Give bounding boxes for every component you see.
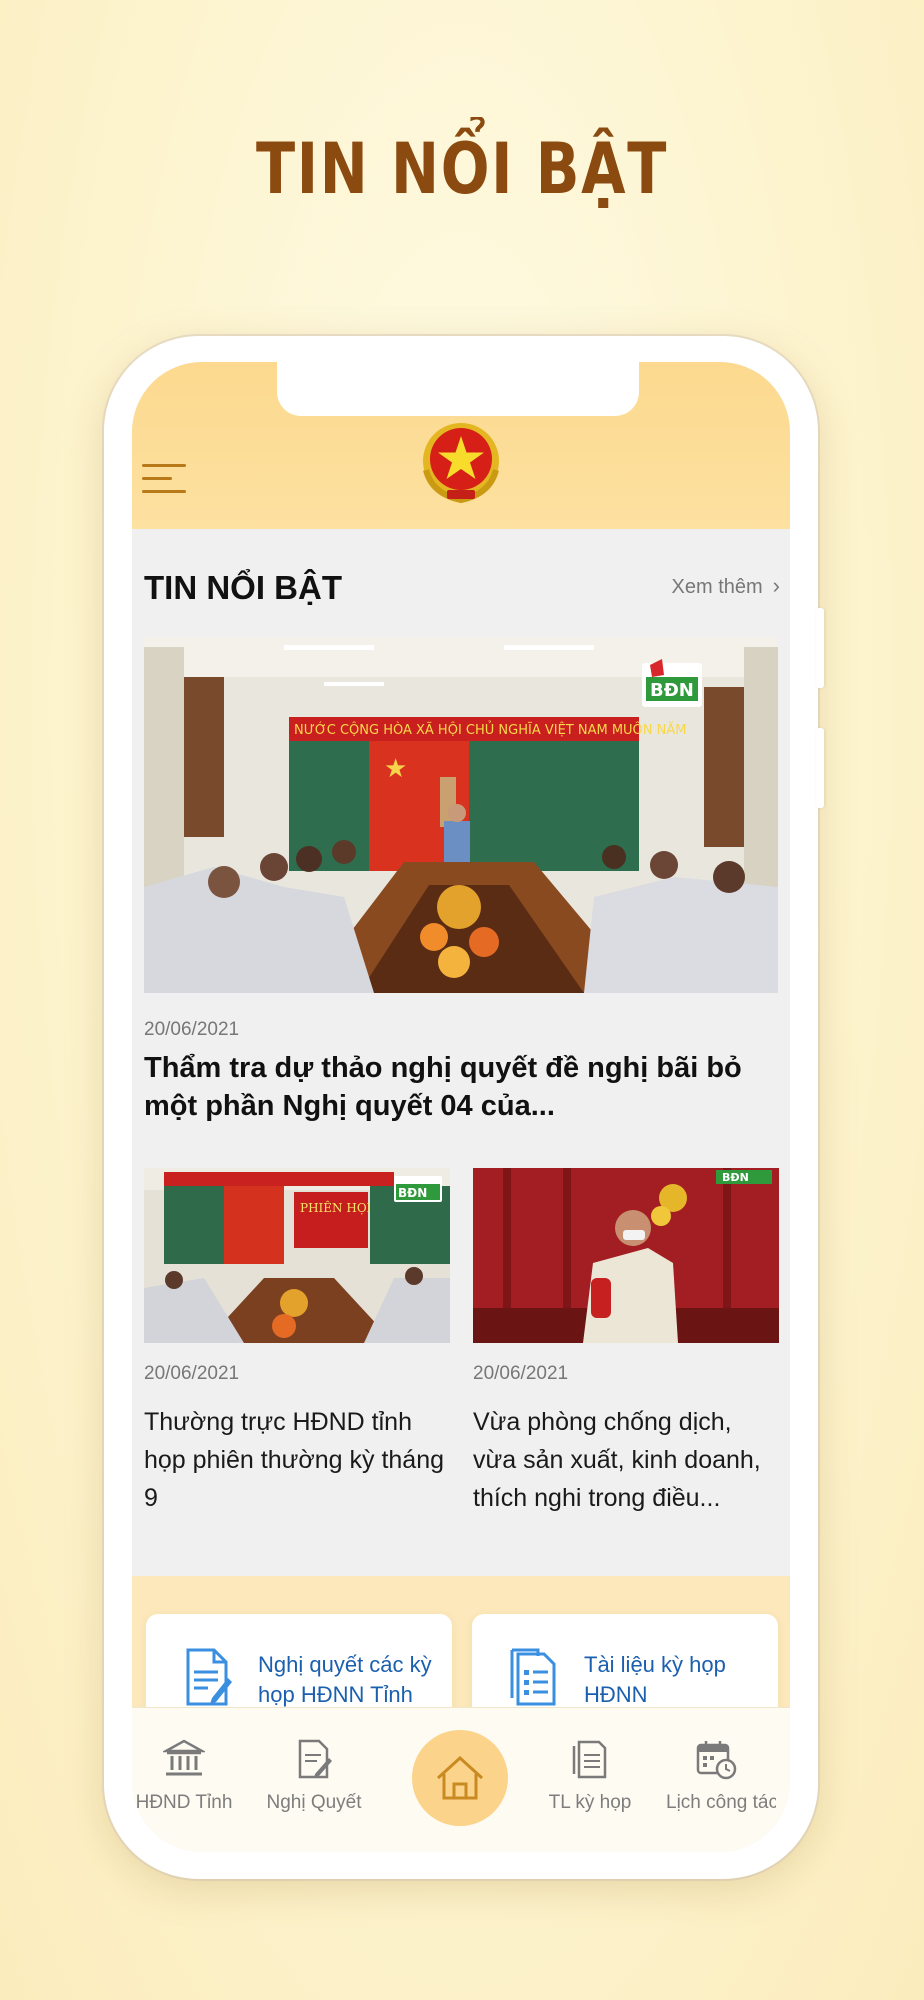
side-button — [816, 608, 824, 688]
bdn-logo: BĐN — [722, 1171, 749, 1184]
hero-title[interactable]: Thẩm tra dự thảo nghị quyết đề nghị bãi … — [144, 1049, 774, 1125]
tab-hdnd-tinh[interactable]: HĐND Tỉnh — [132, 1738, 246, 1814]
bdn-logo: BĐN — [650, 680, 694, 701]
government-building-icon — [163, 1739, 205, 1776]
see-more-label: Xem thêm — [671, 576, 763, 598]
hamburger-menu-icon[interactable] — [142, 462, 186, 496]
news-card-image: BĐN — [473, 1168, 779, 1343]
side-button — [816, 728, 824, 808]
sign-text: PHIÊN HỌP — [300, 1200, 375, 1215]
phone-notch — [277, 362, 639, 416]
chevron-right-icon: › — [772, 573, 780, 598]
news-card-date: 20/06/2021 — [473, 1363, 569, 1384]
home-icon — [436, 1755, 484, 1800]
promo-title: TIN NỔI BẬT — [255, 128, 669, 210]
content-area: TIN NỔI BẬT Xem thêm › NƯỚC CỘNG HÒA XÃ H… — [132, 529, 790, 1576]
hero-date: 20/06/2021 — [144, 1019, 240, 1040]
tab-label: Nghị Quyết — [266, 1792, 362, 1813]
calendar-clock-icon — [696, 1741, 737, 1780]
bottom-tab-bar: HĐND Tỉnh Nghị Quyết TL kỳ họp Lịch công… — [132, 1707, 790, 1852]
tab-label: TL kỳ họp — [548, 1792, 632, 1813]
tab-nghi-quyet[interactable]: Nghị Quyết — [252, 1738, 376, 1814]
bdn-logo: BĐN — [398, 1186, 427, 1200]
news-card-title: Vừa phòng chống dịch, vừa sản xuất, kinh… — [473, 1408, 761, 1512]
news-card[interactable]: PHIÊN HỌP BĐN 20/06/2021 Thường trực HĐN… — [144, 1168, 450, 1517]
phone-frame: TIN NỔI BẬT Xem thêm › NƯỚC CỘNG HÒA XÃ H… — [104, 336, 824, 1879]
news-card-image: PHIÊN HỌP BĐN — [144, 1168, 450, 1343]
tab-label: HĐND Tỉnh — [135, 1792, 233, 1813]
app-screen: TIN NỔI BẬT Xem thêm › NƯỚC CỘNG HÒA XÃ H… — [132, 362, 790, 1852]
news-card-date: 20/06/2021 — [144, 1363, 240, 1384]
resolution-document-icon — [298, 1739, 332, 1779]
see-more-link[interactable]: Xem thêm › — [672, 573, 780, 599]
document-list-icon — [510, 1648, 556, 1706]
vietnam-national-emblem — [423, 423, 499, 504]
tab-home[interactable] — [412, 1730, 508, 1826]
news-card-title: Thường trực HĐND tỉnh họp phiên thường k… — [144, 1408, 445, 1512]
banner-text: NƯỚC CỘNG HÒA XÃ HỘI CHỦ NGHĨA VIỆT NAM … — [294, 721, 686, 738]
quick-link-label: Tài liệu kỳ họp HĐNN — [584, 1652, 726, 1707]
section-title: TIN NỔI BẬT — [144, 569, 342, 606]
meeting-documents-icon — [572, 1740, 607, 1779]
hero-article-image[interactable]: NƯỚC CỘNG HÒA XÃ HỘI CHỦ NGHĨA VIỆT NAM … — [144, 637, 778, 993]
tab-lich-cong-tac[interactable]: Lịch công tác — [656, 1738, 776, 1814]
document-pen-icon — [186, 1648, 232, 1706]
news-card[interactable]: BĐN 20/06/2021 Vừa phòng chống dịch, vừa… — [473, 1168, 779, 1517]
tab-label: Lịch công tác — [666, 1792, 776, 1813]
quick-link-label: Nghị quyết các kỳ họp HĐNN Tỉnh — [258, 1652, 432, 1707]
tab-tl-ky-hop[interactable]: TL kỳ họp — [528, 1738, 652, 1814]
svg-text:★: ★ — [384, 754, 407, 784]
